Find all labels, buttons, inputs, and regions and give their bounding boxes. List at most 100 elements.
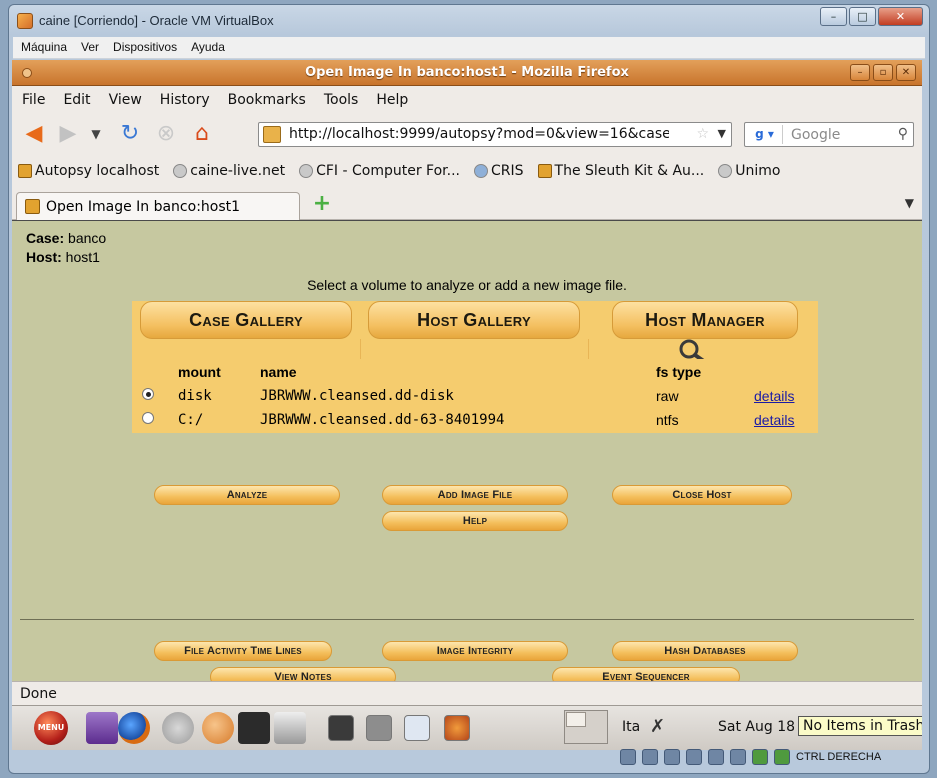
hash-databases-button[interactable]: Hash Databases (612, 641, 798, 661)
settings-gear-icon[interactable] (162, 712, 194, 744)
firefox-title: Open Image In banco:host1 - Mozilla Fire… (305, 65, 629, 80)
keyboard-layout[interactable]: Ita (622, 719, 640, 735)
volume-table: mount name fs type disk JBRWWW.cleansed.… (132, 359, 818, 433)
host-label: Host: (26, 249, 62, 265)
shell-launcher-icon[interactable] (202, 712, 234, 744)
bookmark-cris[interactable]: CRIS (473, 162, 524, 180)
task-terminal-1[interactable] (328, 715, 354, 741)
vbox-menu-dispositivos[interactable]: Dispositivos (113, 40, 177, 55)
display-icon[interactable] (730, 749, 746, 765)
menu-view[interactable]: View (109, 92, 142, 108)
vbox-menu-ayuda[interactable]: Ayuda (191, 40, 225, 55)
bookmark-label: CFI - Computer For... (316, 163, 460, 179)
bookmark-unimo[interactable]: Unimo (718, 162, 780, 180)
bookmark-label: Unimo (735, 163, 781, 179)
volume-radio-c[interactable] (142, 412, 154, 424)
menu-bookmarks[interactable]: Bookmarks (228, 92, 306, 108)
trash-tooltip: No Items in Trash (798, 716, 922, 736)
bookmark-caine[interactable]: caine-live.net (173, 162, 285, 180)
image-integrity-button[interactable]: Image Integrity (382, 641, 568, 661)
main-menu-button[interactable]: MENU (34, 711, 68, 745)
case-label: Case: (26, 230, 65, 246)
camera-launcher-icon[interactable] (274, 712, 306, 744)
firefox-launcher-icon[interactable] (118, 712, 150, 744)
host-manager-tab[interactable]: Host Manager (612, 301, 798, 339)
host-gallery-tab[interactable]: Host Gallery (368, 301, 580, 339)
add-image-file-button[interactable]: Add Image File (382, 485, 568, 505)
menu-history[interactable]: History (160, 92, 210, 108)
terminal-launcher-icon[interactable] (86, 712, 118, 744)
mount-cell: disk (178, 388, 212, 404)
menu-help[interactable]: Help (376, 92, 408, 108)
workspace-1[interactable] (566, 712, 586, 727)
details-link[interactable]: details (754, 388, 794, 404)
search-bar[interactable]: g ▾ Google ⚲ (744, 122, 914, 147)
search-icon[interactable]: ⚲ (898, 126, 908, 142)
file-activity-button[interactable]: File Activity Time Lines (154, 641, 332, 661)
new-tab-plus-icon[interactable]: + (312, 193, 332, 215)
menu-tools[interactable]: Tools (324, 92, 359, 108)
ff-maximize-button[interactable]: ▫ (873, 64, 893, 81)
mouse-integration-icon[interactable] (752, 749, 768, 765)
virtualbox-title: caine [Corriendo] - Oracle VM VirtualBox (39, 13, 274, 28)
url-dropdown-icon[interactable]: ▼ (718, 127, 726, 140)
virtualbox-statusbar: CTRL DERECHA (620, 746, 881, 768)
page-content: Case: banco Host: host1 Select a volume … (12, 221, 922, 687)
vbox-menu-maquina[interactable]: Máquina (21, 40, 67, 55)
mute-speaker-icon[interactable]: ✗ (650, 716, 665, 737)
close-button[interactable]: ✕ (878, 7, 923, 26)
close-host-button[interactable]: Close Host (612, 485, 792, 505)
task-terminal-2[interactable] (366, 715, 392, 741)
home-icon[interactable]: ⌂ (188, 121, 216, 147)
firefox-titlebar: Open Image In banco:host1 - Mozilla Fire… (12, 60, 922, 86)
menu-edit[interactable]: Edit (63, 92, 90, 108)
history-dropdown-icon[interactable]: ▼ (82, 121, 110, 147)
vbox-menu-ver[interactable]: Ver (81, 40, 99, 55)
back-arrow-icon[interactable]: ◀ (20, 121, 48, 147)
workspace-switcher[interactable] (564, 710, 608, 744)
bookmark-label: CRIS (490, 163, 524, 179)
bookmark-star-icon[interactable]: ☆ (696, 126, 709, 142)
url-text[interactable]: http://localhost:9999/autopsy?mod=0&view… (289, 126, 669, 142)
shared-folder-icon[interactable] (708, 749, 724, 765)
tab-open-image[interactable]: Open Image In banco:host1 (16, 192, 300, 220)
search-engine-icon[interactable]: g ▾ (747, 125, 783, 144)
globe-icon (299, 164, 314, 178)
mount-cell: C:/ (178, 412, 204, 428)
cd-icon[interactable] (642, 749, 658, 765)
bookmark-label: Autopsy localhost (35, 163, 160, 179)
tab-list-chevron-icon[interactable]: ▼ (905, 196, 914, 210)
ff-minimize-button[interactable]: – (850, 64, 870, 81)
divider-line (20, 619, 914, 620)
help-button[interactable]: Help (382, 511, 568, 531)
console-launcher-icon[interactable] (238, 712, 270, 744)
bookmark-autopsy[interactable]: Autopsy localhost (18, 162, 159, 180)
bookmark-label: caine-live.net (190, 163, 286, 179)
search-placeholder[interactable]: Google (791, 127, 840, 143)
bookmark-cfi[interactable]: CFI - Computer For... (299, 162, 460, 180)
menu-file[interactable]: File (22, 92, 45, 108)
volume-radio-disk[interactable] (142, 388, 154, 400)
fstype-cell: ntfs (656, 412, 679, 428)
maximize-button[interactable]: □ (849, 7, 876, 26)
case-gallery-tab[interactable]: Case Gallery (140, 301, 352, 339)
minimize-button[interactable]: – (820, 7, 847, 26)
task-window[interactable] (404, 715, 430, 741)
paw-icon (537, 164, 552, 178)
analyze-button[interactable]: Analyze (154, 485, 340, 505)
url-bar[interactable]: http://localhost:9999/autopsy?mod=0&view… (258, 122, 732, 147)
network-icon[interactable] (686, 749, 702, 765)
globe-icon (718, 164, 733, 178)
status-bar: Done (12, 681, 922, 705)
usb-icon[interactable] (664, 749, 680, 765)
reload-icon[interactable]: ↻ (116, 121, 144, 147)
fstype-cell: raw (656, 388, 679, 404)
clock[interactable]: Sat Aug 18 (718, 719, 795, 735)
bookmark-sleuthkit[interactable]: The Sleuth Kit & Au... (537, 162, 704, 180)
stop-icon[interactable]: ⊗ (152, 121, 180, 147)
hdd-icon[interactable] (620, 749, 636, 765)
details-link[interactable]: details (754, 412, 794, 428)
forward-arrow-icon[interactable]: ▶ (54, 121, 82, 147)
task-firefox[interactable] (444, 715, 470, 741)
ff-close-button[interactable]: ✕ (896, 64, 916, 81)
